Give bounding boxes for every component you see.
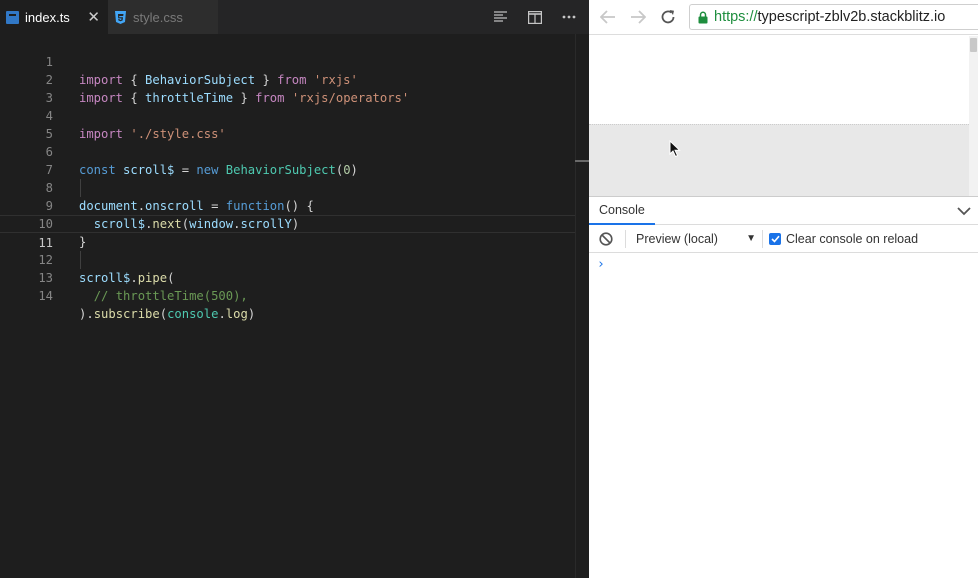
tab-label: index.ts [25,9,70,25]
code-area[interactable]: 1 import { BehaviorSubject } from 'rxjs'… [0,34,589,578]
clear-console-icon[interactable] [599,231,613,246]
code-text: // throttleTime(500), [93,289,248,303]
url-host: typescript-zblv2b.stackblitz.io [757,9,946,25]
editor-scrollbar[interactable] [575,34,589,578]
code-line: 8 document.onscroll = function() { [0,161,575,213]
preview-scrollbar-thumb[interactable] [970,38,977,52]
dropdown-arrow-icon: ▼ [746,233,756,244]
code-line: 5 [0,107,575,141]
code-text: ).subscribe(console.log) [79,307,256,321]
forward-arrow-icon[interactable] [626,5,650,29]
page-preview[interactable] [589,36,978,196]
mouse-pointer-icon [669,139,681,163]
toolbar-divider [762,229,763,248]
browser-preview-pane: https://typescript-zblv2b.stackblitz.io … [589,0,978,578]
code-line: 14 ).subscribe(console.log) [0,269,575,321]
code-line: 9 scroll$.next(window.scrollY) [0,179,575,231]
more-actions-icon[interactable] [559,7,579,27]
lock-icon [698,11,708,24]
editor-tab-bar: index.ts ✕ style.css [0,0,589,34]
chevron-down-icon[interactable] [956,203,972,219]
tab-index-ts[interactable]: index.ts ✕ [0,0,108,34]
console-header: Console [589,197,978,225]
context-select[interactable]: Preview (local) ▼ [636,232,756,246]
code-line: 7 [0,143,575,177]
split-editor-icon[interactable] [525,7,545,27]
format-icon[interactable] [491,7,511,27]
clear-on-reload-label[interactable]: Clear console on reload [786,232,918,246]
code-editor[interactable]: index.ts ✕ style.css 1 import { Behavior… [0,0,589,578]
browser-toolbar: https://typescript-zblv2b.stackblitz.io [589,0,978,35]
clear-on-reload-checkbox[interactable] [769,232,781,245]
code-line: 3 [0,71,575,105]
indent-guide [80,251,81,269]
address-bar[interactable]: https://typescript-zblv2b.stackblitz.io [689,4,978,30]
url-scheme: https:// [714,9,758,25]
line-number: 14 [38,289,53,303]
close-icon[interactable]: ✕ [87,8,100,26]
context-select-value: Preview (local) [636,231,718,246]
toolbar-divider [625,229,626,248]
preview-scrollbar[interactable] [969,36,978,196]
console-prompt-icon[interactable]: › [597,257,605,272]
code-line: 2 import { throttleTime } from 'rxjs/ope… [0,53,575,105]
code-line: 6 const scroll$ = new BehaviorSubject(0) [0,125,575,177]
tab-label: style.css [133,9,183,25]
css-file-icon [114,10,127,24]
indent-guide [80,179,81,197]
preview-content-white [589,36,969,124]
reload-icon[interactable] [656,5,680,29]
scrollbar-cursor-mark [575,160,589,162]
tab-style-css[interactable]: style.css [108,0,218,34]
code-line: 10 } [0,197,575,249]
back-arrow-icon[interactable] [596,5,620,29]
preview-content-gray [589,124,969,196]
tab-console[interactable]: Console [589,197,655,225]
typescript-file-icon [6,10,19,24]
code-line: 12 scroll$.pipe( [0,233,575,285]
code-line: 4 import './style.css' [0,89,575,141]
console-panel: Console Preview (local) ▼ Clear console … [589,196,978,578]
code-line: 1 import { BehaviorSubject } from 'rxjs' [0,35,575,87]
code-line: 13 // throttleTime(500), [0,251,575,303]
editor-actions [491,0,589,34]
console-toolbar: Preview (local) ▼ Clear console on reloa… [589,225,978,253]
code-line-current: 11 [0,215,575,250]
